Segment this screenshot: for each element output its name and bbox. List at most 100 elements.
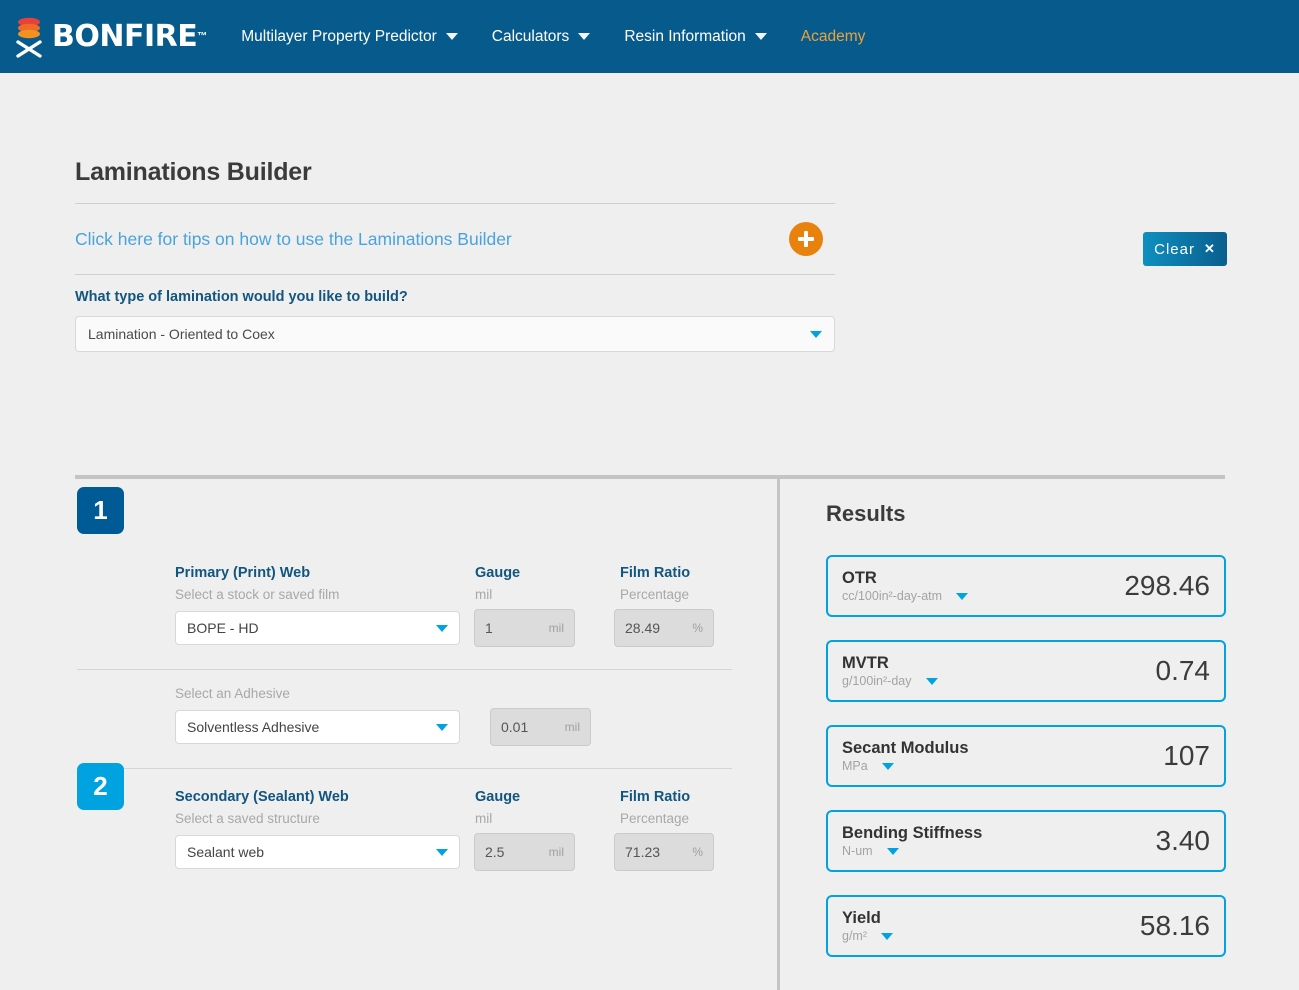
chevron-down-icon <box>810 330 822 338</box>
result-name: Bending Stiffness <box>842 823 983 842</box>
chevron-down-icon <box>436 848 448 856</box>
gauge-title: Gauge <box>475 565 521 581</box>
adhesive-select[interactable]: Solventless Adhesive <box>175 710 460 744</box>
result-unit: N-um <box>842 844 873 859</box>
clear-button[interactable]: Clear ✕ <box>1143 232 1227 266</box>
brand-name: BONFIRE <box>52 18 198 54</box>
film-ratio-subtitle: Percentage <box>620 587 690 602</box>
nav-item-academy[interactable]: Academy <box>801 28 866 46</box>
primary-web-title: Primary (Print) Web <box>175 565 311 581</box>
result-unit: g/100in²-day <box>842 674 912 689</box>
film-ratio-subtitle: Percentage <box>620 811 690 826</box>
result-unit-row: N-um <box>842 844 982 858</box>
chevron-down-icon[interactable] <box>881 762 894 770</box>
result-name: Yield <box>842 908 881 927</box>
chevron-down-icon <box>445 33 458 40</box>
secondary-web-select[interactable]: Sealant web <box>175 835 460 869</box>
primary-ratio-unit: % <box>692 621 703 635</box>
primary-web-select[interactable]: BOPE - HD <box>175 611 460 645</box>
result-label-group: Yield g/m² <box>842 908 893 943</box>
result-label-group: OTR cc/100in²-day-atm <box>842 568 969 604</box>
results-panel: Results OTR cc/100in²-day-atm 298.46 MVT… <box>826 493 1226 980</box>
film-ratio-title: Film Ratio <box>620 565 691 581</box>
lamination-question: What type of lamination would you like t… <box>75 289 408 305</box>
chevron-down-icon <box>578 33 591 40</box>
tips-divider <box>75 274 835 275</box>
brand-logo[interactable]: BONFIRE ™ <box>8 14 207 60</box>
section-divider-horizontal <box>75 475 1225 479</box>
secondary-gauge-value: 2.5 <box>485 844 505 860</box>
result-unit: g/m² <box>842 929 867 944</box>
page-content: Laminations Builder Click here for tips … <box>0 73 1299 990</box>
primary-ratio-input[interactable]: 28.49 % <box>614 609 714 647</box>
gauge-header-1: Gauge mil <box>475 565 620 602</box>
result-unit-row: g/m² <box>842 929 893 943</box>
secondary-web-title: Secondary (Sealant) Web <box>175 789 349 805</box>
step-badge-2: 2 <box>77 763 124 810</box>
result-value: 107 <box>1163 740 1210 771</box>
gauge-subtitle: mil <box>475 587 493 602</box>
top-navbar: BONFIRE ™ Multilayer Property Predictor … <box>0 0 1299 73</box>
secondary-web-subtitle: Select a saved structure <box>175 811 320 826</box>
gauge-title: Gauge <box>475 789 521 805</box>
chevron-down-icon <box>436 624 448 632</box>
tips-link[interactable]: Click here for tips on how to use the La… <box>75 229 512 250</box>
nav-items: Multilayer Property Predictor Calculator… <box>241 28 899 46</box>
result-unit-row: cc/100in²-day-atm <box>842 589 969 604</box>
nav-item-resin-information[interactable]: Resin Information <box>624 28 767 46</box>
result-value: 298.46 <box>1124 570 1210 601</box>
primary-web-subtitle: Select a stock or saved film <box>175 587 340 602</box>
result-card-secant-modulus[interactable]: Secant Modulus MPa 107 <box>826 725 1226 787</box>
result-card-otr[interactable]: OTR cc/100in²-day-atm 298.46 <box>826 555 1226 617</box>
adhesive-label: Select an Adhesive <box>175 686 290 701</box>
result-card-yield[interactable]: Yield g/m² 58.16 <box>826 895 1226 957</box>
result-name: OTR <box>842 568 877 587</box>
adhesive-gauge-input[interactable]: 0.01 mil <box>490 708 591 746</box>
nav-item-label: Multilayer Property Predictor <box>241 27 437 45</box>
chevron-down-icon <box>754 33 767 40</box>
builder-row-1-controls: 1 BOPE - HD 1 mil 28.49 % <box>0 487 777 647</box>
adhesive-value: Solventless Adhesive <box>187 719 320 735</box>
clear-button-label: Clear <box>1154 240 1195 258</box>
result-card-bending-stiffness[interactable]: Bending Stiffness N-um 3.40 <box>826 810 1226 872</box>
primary-gauge-input[interactable]: 1 mil <box>474 609 575 647</box>
builder-row-2: Secondary (Sealant) Web Select a saved s… <box>0 763 777 871</box>
result-unit: cc/100in²-day-atm <box>842 589 943 604</box>
film-ratio-header-1: Film Ratio Percentage <box>620 565 760 602</box>
adhesive-gauge-value: 0.01 <box>501 719 529 735</box>
nav-item-multilayer-property-predictor[interactable]: Multilayer Property Predictor <box>241 28 458 46</box>
nav-item-calculators[interactable]: Calculators <box>492 28 591 46</box>
plus-icon[interactable] <box>789 222 823 256</box>
result-label-group: Bending Stiffness N-um <box>842 824 982 859</box>
result-label-group: MVTR g/100in²-day <box>842 654 938 689</box>
chevron-down-icon[interactable] <box>925 677 938 685</box>
secondary-ratio-unit: % <box>692 845 703 859</box>
film-ratio-header-2: Film Ratio Percentage <box>620 789 760 826</box>
stacked-layers-icon <box>12 14 46 60</box>
result-value: 3.40 <box>1155 825 1211 856</box>
primary-gauge-unit: mil <box>548 621 564 635</box>
film-ratio-title: Film Ratio <box>620 789 691 805</box>
primary-ratio-value: 28.49 <box>625 620 661 636</box>
gauge-header-2: Gauge mil <box>475 789 620 826</box>
chevron-down-icon[interactable] <box>886 847 899 855</box>
result-label-group: Secant Modulus MPa <box>842 739 969 774</box>
result-value: 58.16 <box>1139 910 1210 941</box>
chevron-down-icon <box>436 723 448 731</box>
results-title: Results <box>826 501 906 526</box>
secondary-ratio-input[interactable]: 71.23 % <box>614 833 714 871</box>
page-title: Laminations Builder <box>75 158 312 186</box>
secondary-web-value: Sealant web <box>187 844 265 860</box>
chevron-down-icon[interactable] <box>881 932 893 940</box>
result-card-mvtr[interactable]: MVTR g/100in²-day 0.74 <box>826 640 1226 702</box>
section-divider-vertical <box>777 475 780 990</box>
result-value: 0.74 <box>1155 655 1211 686</box>
primary-web-header: Primary (Print) Web Select a stock or sa… <box>175 565 475 602</box>
lamination-type-select[interactable]: Lamination - Oriented to Coex <box>75 316 835 352</box>
primary-gauge-value: 1 <box>485 620 493 636</box>
result-name: Secant Modulus <box>842 738 969 757</box>
adhesive-row: Select an Adhesive Solventless Adhesive … <box>0 670 777 746</box>
chevron-down-icon[interactable] <box>956 592 969 600</box>
secondary-gauge-input[interactable]: 2.5 mil <box>474 833 575 871</box>
lamination-type-value: Lamination - Oriented to Coex <box>88 326 275 342</box>
